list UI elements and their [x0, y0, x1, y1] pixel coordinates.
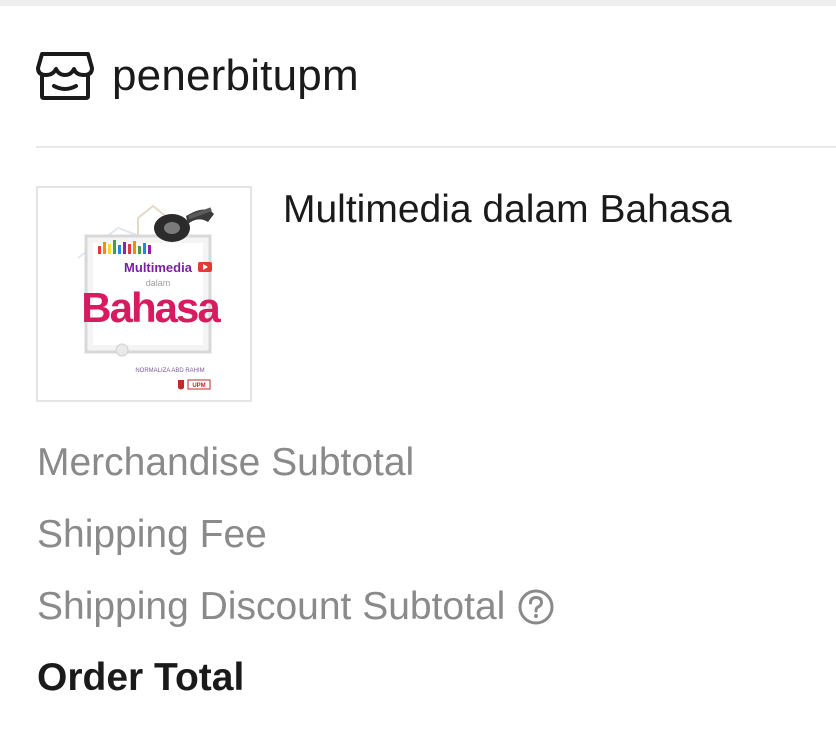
top-separator-strip [0, 0, 836, 6]
shop-name[interactable]: penerbitupm [112, 51, 359, 101]
svg-text:NORMALIZA ABD RAHIM: NORMALIZA ABD RAHIM [135, 368, 204, 374]
product-title[interactable]: Multimedia dalam Bahasa [283, 188, 732, 232]
cover-title-bahasa: Bahasa [81, 284, 223, 331]
svg-text:UPM: UPM [192, 383, 205, 389]
merchandise-subtotal-row: Merchandise Subtotal [37, 441, 414, 485]
shipping-discount-row: Shipping Discount Subtotal [37, 585, 555, 629]
order-total-row: Order Total [37, 656, 244, 700]
book-cover-image: Multimedia dalam Bahasa NORMALIZA ABD RA… [77, 204, 223, 390]
product-thumbnail[interactable]: Multimedia dalam Bahasa NORMALIZA ABD RA… [36, 186, 252, 402]
svg-text:Bahasa: Bahasa [81, 284, 221, 331]
shop-header[interactable]: penerbitupm [36, 48, 359, 104]
merchandise-subtotal-label: Merchandise Subtotal [37, 441, 415, 484]
shipping-discount-label: Shipping Discount Subtotal [37, 585, 506, 628]
shipping-fee-row: Shipping Fee [37, 513, 267, 557]
publisher-logo: UPM [178, 379, 211, 390]
order-total-label: Order Total [37, 656, 245, 699]
shop-icon [36, 50, 94, 102]
question-circle-icon[interactable] [517, 588, 555, 626]
shipping-fee-label: Shipping Fee [37, 513, 267, 556]
svg-text:Multimedia: Multimedia [124, 260, 193, 275]
header-divider [36, 146, 836, 148]
